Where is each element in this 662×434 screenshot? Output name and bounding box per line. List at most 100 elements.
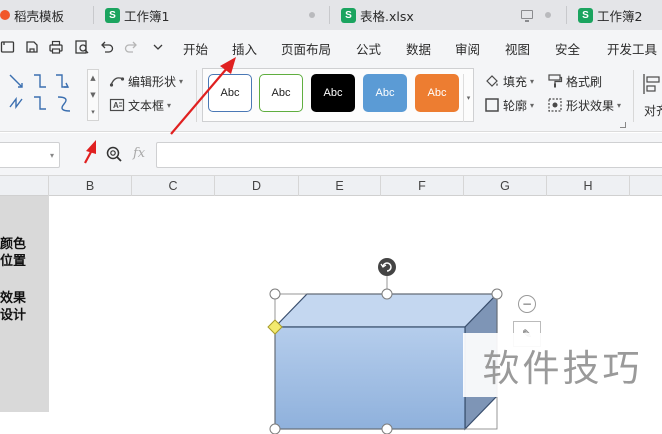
outline-icon [485, 98, 499, 112]
fill-button[interactable]: 填充 ▾ [484, 71, 534, 91]
svg-text:A: A [113, 101, 119, 110]
dropdown-arrow-icon: ▾ [617, 100, 622, 110]
ribbon-divider [633, 70, 634, 122]
resize-handle [269, 288, 281, 300]
expand-icon[interactable]: ▾ [88, 104, 98, 121]
text-box-button[interactable]: A 文本框 ▾ [109, 95, 171, 115]
align-icon-button[interactable] [641, 70, 662, 98]
style-gallery-more-icon[interactable]: ▾ [463, 74, 473, 122]
column-header[interactable]: C [132, 176, 215, 196]
ribbon-toolbar: ▲ ▼ ▾ 编辑形状 ▾ A 文本框 ▾ Abc Abc Abc Abc Abc… [0, 64, 662, 132]
shape-effects-button[interactable]: 形状效果 ▾ [547, 95, 621, 115]
document-tab-bar: 稻壳模板 S 工作簿1 S 表格.xlsx S 工作簿2 [0, 0, 662, 30]
elbow-arrow-icon [56, 74, 68, 88]
dropdown-arrow-icon: ▾ [167, 100, 172, 110]
scroll-down-icon[interactable]: ▼ [88, 87, 98, 104]
shape-style-preset-4[interactable]: Abc [363, 74, 407, 112]
shape-style-preset-3[interactable]: Abc [311, 74, 355, 112]
shape-style-preset-2[interactable]: Abc [259, 74, 303, 112]
dropdown-arrow-icon: ▾ [530, 76, 535, 86]
resize-handle [381, 288, 393, 300]
shape-effects-icon [548, 98, 562, 112]
dialog-launcher-icon[interactable] [620, 122, 626, 128]
scroll-up-icon[interactable]: ▲ [88, 70, 98, 87]
ribbon-divider [196, 70, 197, 122]
resize-handle [269, 423, 281, 434]
format-painter-button[interactable]: 格式刷 [547, 71, 602, 91]
tab-close-icon[interactable] [309, 12, 315, 18]
docer-icon [0, 10, 10, 20]
column-header[interactable]: E [299, 176, 381, 196]
undo-icon[interactable] [99, 39, 115, 55]
menu-security[interactable]: 安全 [555, 39, 580, 57]
spreadsheet-icon: S [105, 7, 120, 23]
print-icon[interactable] [48, 39, 64, 55]
formula-input[interactable] [156, 142, 662, 168]
menu-developer-tools[interactable]: 开发工具 [607, 39, 657, 57]
edit-shape-icon [109, 77, 125, 87]
cube-front-face [274, 326, 466, 430]
resize-handle [491, 288, 503, 300]
resize-handle [381, 423, 393, 434]
watermark: 软件技巧 [463, 333, 662, 397]
tab-label: 工作簿1 [124, 8, 170, 24]
format-painter-icon [548, 74, 563, 88]
menu-data[interactable]: 数据 [406, 39, 431, 57]
tab-divider [329, 6, 330, 24]
menu-bar: 开始 插入 页面布局 公式 数据 审阅 视图 安全 开发工具 [0, 30, 662, 64]
line-shapes-gallery[interactable] [6, 69, 86, 119]
shape-style-preset-5[interactable]: Abc [415, 74, 459, 112]
select-all-corner[interactable] [0, 176, 49, 196]
rotate-handle-icon[interactable] [378, 258, 396, 276]
tab-table-xlsx[interactable]: S 表格.xlsx [341, 2, 414, 28]
tab-workbook1[interactable]: S 工作簿1 [105, 2, 169, 28]
panel-text-design: 设计 [0, 308, 27, 323]
open-icon[interactable] [0, 39, 16, 55]
tab-label: 工作簿2 [597, 8, 643, 24]
column-header[interactable]: H [547, 176, 630, 196]
curve-icon [57, 96, 71, 112]
shape-style-preset-1[interactable]: Abc [208, 74, 252, 112]
elbow-double-icon [9, 96, 23, 110]
tab-close-icon[interactable] [545, 12, 551, 18]
formula-bar: ▾ fx [0, 133, 662, 175]
spreadsheet-icon: S [578, 7, 593, 23]
spreadsheet-icon: S [341, 7, 356, 23]
panel-text-position: 位置 [0, 254, 27, 269]
column-header[interactable]: D [215, 176, 299, 196]
fill-bucket-icon [486, 75, 498, 87]
text-box-icon: A [109, 98, 125, 112]
menu-view[interactable]: 视图 [505, 39, 530, 57]
edit-shape-button[interactable]: 编辑形状 ▾ [109, 71, 183, 91]
zoom-search-icon[interactable] [105, 145, 123, 163]
tab-label: 稻壳模板 [14, 8, 65, 24]
name-box[interactable]: ▾ [0, 142, 60, 168]
align-button[interactable]: 对齐 [644, 100, 662, 120]
save-icon[interactable] [24, 39, 40, 55]
elbow-connector-icon [34, 74, 46, 88]
tab-docer-templates[interactable]: 稻壳模板 [0, 2, 64, 28]
fx-label: fx [133, 146, 146, 161]
redo-icon[interactable] [123, 39, 139, 55]
column-header[interactable]: F [381, 176, 464, 196]
collapse-minus-icon[interactable]: − [518, 295, 536, 313]
tab-workbook2[interactable]: S 工作簿2 [578, 2, 642, 28]
side-panel: 颜色 位置 效果 设计 [0, 196, 49, 412]
outline-button[interactable]: 轮廓 ▾ [484, 95, 534, 115]
more-icon[interactable] [150, 39, 166, 55]
menu-formulas[interactable]: 公式 [356, 39, 381, 57]
print-preview-icon[interactable] [74, 39, 90, 55]
monitor-icon[interactable] [521, 10, 533, 22]
column-header[interactable]: B [49, 176, 132, 196]
tab-label: 表格.xlsx [360, 8, 414, 24]
column-header[interactable]: G [464, 176, 547, 196]
dropdown-arrow-icon: ▾ [530, 100, 535, 110]
menu-page-layout[interactable]: 页面布局 [281, 39, 331, 57]
chevron-down-icon[interactable]: ▾ [50, 151, 54, 160]
menu-review[interactable]: 审阅 [455, 39, 480, 57]
gallery-scroll[interactable]: ▲ ▼ ▾ [87, 69, 99, 121]
menu-insert[interactable]: 插入 [232, 39, 257, 57]
menu-home[interactable]: 开始 [183, 39, 208, 57]
dropdown-arrow-icon: ▾ [179, 76, 184, 86]
align-icon [643, 74, 660, 94]
